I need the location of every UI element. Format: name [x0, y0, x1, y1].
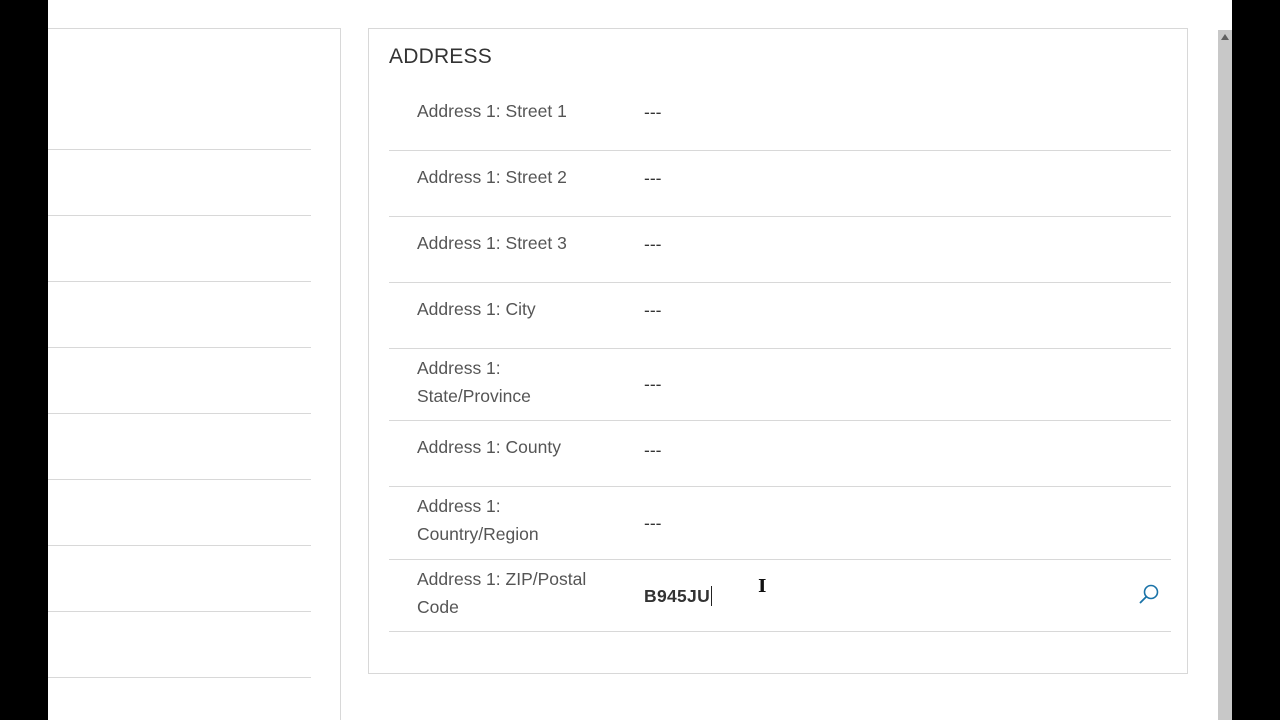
search-icon[interactable] — [1135, 580, 1163, 608]
left-row-divider — [48, 215, 311, 216]
address-section: ADDRESS Address 1: Street 1 --- Address … — [368, 28, 1188, 674]
field-label: Address 1: City — [417, 299, 536, 319]
field-row-city[interactable]: Address 1: City --- — [389, 283, 1171, 349]
left-row-divider — [48, 677, 311, 678]
field-row-country-region[interactable]: Address 1: Country/Region --- — [389, 487, 1171, 560]
left-row-divider — [48, 281, 311, 282]
field-label: Address 1: ZIP/Postal Code — [417, 569, 587, 617]
text-caret — [711, 586, 713, 606]
left-row-divider — [48, 545, 311, 546]
field-value[interactable]: --- — [644, 234, 661, 255]
form-page: ADDRESS Address 1: Street 1 --- Address … — [48, 0, 1232, 720]
section-title: ADDRESS — [389, 45, 492, 68]
field-label: Address 1: County — [417, 437, 561, 457]
left-row-divider — [48, 149, 311, 150]
left-row-divider — [48, 479, 311, 480]
field-row-county[interactable]: Address 1: County --- — [389, 421, 1171, 487]
field-value[interactable]: --- — [644, 168, 661, 189]
field-row-zip-postal-code[interactable]: Address 1: ZIP/Postal Code B945JU I — [389, 560, 1171, 632]
zip-postal-code-input[interactable]: B945JU — [644, 586, 713, 607]
field-label: Address 1: Street 2 — [417, 167, 567, 187]
field-row-street-1[interactable]: Address 1: Street 1 --- — [389, 85, 1171, 151]
field-value[interactable]: --- — [644, 440, 661, 461]
field-label: Address 1: Street 3 — [417, 233, 567, 253]
left-row-divider — [48, 611, 311, 612]
field-row-street-2[interactable]: Address 1: Street 2 --- — [389, 151, 1171, 217]
vertical-scrollbar[interactable] — [1218, 30, 1232, 720]
text-cursor-icon: I — [758, 576, 767, 597]
field-label: Address 1: State/Province — [417, 358, 531, 406]
chevron-up-icon[interactable] — [1218, 30, 1232, 44]
field-value[interactable]: --- — [644, 300, 661, 321]
field-row-street-3[interactable]: Address 1: Street 3 --- — [389, 217, 1171, 283]
field-label: Address 1: Street 1 — [417, 101, 567, 121]
left-section-card — [48, 28, 341, 720]
address-field-list: Address 1: Street 1 --- Address 1: Stree… — [389, 85, 1171, 632]
field-value-text: B945JU — [644, 586, 711, 606]
left-row-divider — [48, 347, 311, 348]
field-label: Address 1: Country/Region — [417, 496, 539, 544]
left-row-divider — [48, 413, 311, 414]
field-value[interactable]: --- — [644, 102, 661, 123]
field-value[interactable]: --- — [644, 513, 661, 534]
field-value[interactable]: --- — [644, 374, 661, 395]
field-row-state-province[interactable]: Address 1: State/Province --- — [389, 349, 1171, 421]
